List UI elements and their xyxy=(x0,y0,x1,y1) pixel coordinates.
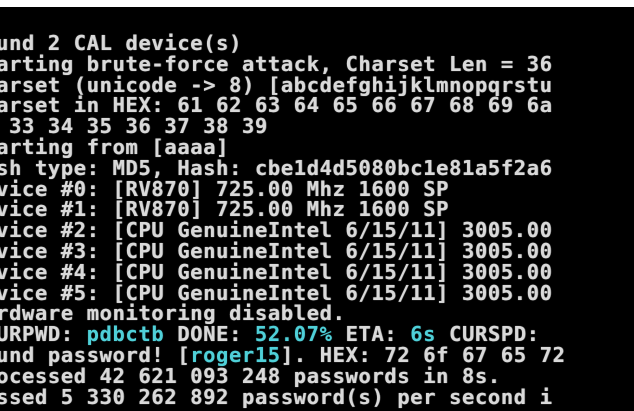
terminal-line: arting from [aaaa] xyxy=(0,134,229,159)
terminal-line: vice #4: [CPU GenuineIntel 6/15/11] 3005… xyxy=(0,259,553,284)
terminal-line: arting brute-force attack, Charset Len =… xyxy=(0,51,553,76)
terminal-window[interactable]: und 2 CAL device(s) arting brute-force a… xyxy=(0,7,634,411)
status-line: URPWD: pdbctb DONE: 52.07% ETA: 6s CURSP… xyxy=(0,324,634,345)
terminal-line: und 2 CAL device(s) xyxy=(0,31,242,55)
terminal-line: rdware monitoring disabled. xyxy=(0,301,346,326)
terminal-line: arset in HEX: 61 62 63 64 65 66 67 68 69… xyxy=(0,93,553,118)
terminal-line: vice #3: [CPU GenuineIntel 6/15/11] 3005… xyxy=(0,238,553,263)
terminal-line: sh type: MD5, Hash: cbe1d4d5080bc1e81a5f… xyxy=(0,155,553,180)
speed-line: ssed 5 330 262 892 password(s) per secon… xyxy=(0,384,553,409)
terminal-line: 33 34 35 36 37 38 39 xyxy=(0,114,268,139)
found-password-line: und password! [roger15]. HEX: 72 6f 67 6… xyxy=(0,345,634,366)
terminal-line: vice #2: [CPU GenuineIntel 6/15/11] 3005… xyxy=(0,218,553,243)
processed-line: ocessed 42 621 093 248 passwords in 8s. xyxy=(0,363,501,388)
